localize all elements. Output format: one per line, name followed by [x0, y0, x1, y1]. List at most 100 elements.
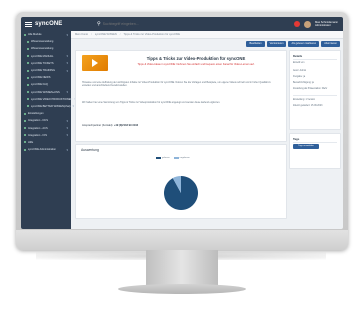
- chevron-down-icon: ▾: [66, 61, 68, 66]
- module-icon: [27, 55, 29, 58]
- breadcrumb-item[interactable]: Mein Konto: [75, 33, 88, 36]
- play-icon[interactable]: [92, 59, 98, 67]
- article-subtitle: Tipps & Video-Ideas in syncONE: Nehmen S…: [137, 63, 255, 66]
- module-icon: [24, 127, 26, 130]
- sidebar-item-label: syncONE FAQ: [31, 83, 48, 87]
- sidebar-item[interactable]: syncONE BETTER WISSEN(chat) ▾: [21, 103, 74, 110]
- sidebar-item[interactable]: Hilfe: [21, 139, 71, 146]
- module-icon: [24, 148, 26, 151]
- monitor-bezel: syncONE ⚲ Max Schmidemann Administrator …: [16, 12, 348, 250]
- module-icon: [24, 112, 26, 115]
- top-bar: syncONE ⚲ Max Schmidemann Administrator: [21, 17, 343, 31]
- module-icon: [27, 98, 29, 101]
- breadcrumb-separator: /: [91, 33, 92, 36]
- sidebar-item-label: Einstellungen: [28, 112, 44, 116]
- search-box[interactable]: ⚲: [97, 20, 187, 28]
- sidebar-item-label: syncONE VIDEO PRODUKTIONEN: [31, 97, 73, 101]
- article-paragraph: Hinweise und eine Auflistung der wichtig…: [82, 81, 271, 88]
- chevron-down-icon: ▾: [66, 126, 68, 131]
- search-icon[interactable]: ⚲: [97, 21, 101, 27]
- sidebar-item-label: Integration - DCS: [28, 119, 49, 123]
- menu-icon[interactable]: [25, 21, 32, 27]
- top-right: Max Schmidemann Administrator: [293, 20, 343, 28]
- version-button[interactable]: Versionieren: [266, 41, 287, 47]
- sidebar-item[interactable]: Alle Module ▾: [21, 31, 71, 38]
- breadcrumb: Mein Konto / syncONE WISSEN / Tipps & Tr…: [71, 31, 343, 39]
- details-panel: Details Erstellt von Autor: Admin Freiga…: [289, 50, 341, 130]
- details-row: Einstellung: 1 Version: [293, 99, 316, 101]
- sidebar-item[interactable]: syncONE Administration ▾: [21, 146, 71, 153]
- module-icon: [24, 141, 26, 144]
- breadcrumb-item[interactable]: syncONE WISSEN: [95, 33, 117, 36]
- sidebar-item-label: syncONE MANUAL: [31, 54, 54, 58]
- module-icon: [24, 134, 26, 137]
- contact-phone[interactable]: +49 (0)2133 99 3133: [114, 124, 138, 127]
- chart-card: Auswertung gelesen ungelesen: [75, 144, 287, 219]
- sidebar-item[interactable]: syncONE TICKETS ▾: [21, 60, 71, 67]
- brand: syncONE: [21, 21, 71, 27]
- sidebar-item-label: syncONE TRAINING: [31, 69, 56, 73]
- search-input[interactable]: [102, 22, 183, 26]
- sidebar-item-label: Hilfe: [28, 140, 34, 144]
- sidebar-item[interactable]: Einstellungen: [21, 110, 71, 117]
- sidebar-item[interactable]: syncONE TRAINING ▾: [21, 67, 71, 74]
- module-icon: [24, 33, 26, 36]
- sidebar-item[interactable]: syncONE WISSEN+KNS ▾: [21, 89, 71, 96]
- module-icon: [27, 76, 29, 79]
- chevron-down-icon: ▾: [72, 104, 75, 109]
- video-thumbnail[interactable]: [82, 55, 108, 71]
- subscribe-button[interactable]: Abonnieren: [321, 41, 340, 47]
- chevron-down-icon: ▾: [66, 118, 68, 123]
- chevron-down-icon: ▾: [66, 54, 68, 59]
- article-paragraph: Wir haben hier eine Sammlung von Tipps &…: [82, 101, 221, 104]
- select-tags-button[interactable]: Tags auswählen: [293, 144, 319, 149]
- monitor-stand: [146, 250, 218, 286]
- divider: [293, 142, 337, 143]
- edit-button[interactable]: Bearbeiten: [246, 41, 265, 47]
- breadcrumb-separator: /: [119, 33, 121, 36]
- monitor-base: [118, 284, 246, 294]
- sidebar-item-label: syncONE Administration: [28, 148, 56, 152]
- chevron-down-icon: ▾: [66, 147, 68, 152]
- sidebar-item-label: Alle Module: [28, 33, 42, 37]
- sidebar-item[interactable]: Integration - IOS ▾: [21, 132, 71, 139]
- sidebar-item[interactable]: Integration - ACS ▾: [21, 124, 71, 131]
- sidebar-item[interactable]: syncONE MANUAL ▾: [21, 53, 71, 60]
- sidebar-item[interactable]: Wissensverwaltung: [21, 38, 71, 45]
- chevron-down-icon: ▾: [66, 32, 68, 37]
- sidebar-item-label: syncONE BETTER WISSEN(chat): [31, 104, 71, 108]
- module-icon: [24, 119, 26, 122]
- chevron-down-icon: ▾: [66, 90, 68, 95]
- details-row: Zuletzt geändert: 15.06.2023: [293, 105, 323, 107]
- contact-line: Ansprechpartner (Kontakt): +49 (0)2133 9…: [82, 124, 139, 127]
- app-logo: syncONE: [35, 21, 63, 27]
- details-row: Autor: Admin: [293, 70, 307, 72]
- chevron-down-icon: ▾: [66, 133, 68, 138]
- avatar[interactable]: [303, 20, 311, 28]
- mark-read-button[interactable]: Als gelesen markieren: [288, 41, 320, 47]
- action-toolbar: Bearbeiten Versionieren Als gelesen mark…: [71, 41, 343, 49]
- divider: [293, 59, 337, 60]
- notification-icon[interactable]: [293, 21, 300, 27]
- article-title: Tipps & Tricks zur Video-Produktion für …: [146, 56, 246, 61]
- sidebar-item[interactable]: syncONE NEWS: [21, 74, 71, 81]
- sidebar: Alle Module ▾ Wissensverwaltung Wissensve…: [21, 31, 76, 229]
- sidebar-item-label: syncONE NEWS: [31, 76, 51, 80]
- sidebar-item[interactable]: Wissensverwaltung: [21, 45, 71, 52]
- module-icon: [27, 62, 29, 65]
- tags-panel: Tags Tags auswählen: [289, 133, 341, 169]
- sidebar-item-label: Wissensverwaltung: [31, 40, 54, 44]
- details-row: Freigabe: ja: [293, 76, 306, 78]
- sidebar-item-label: Wissensverwaltung: [31, 47, 54, 51]
- pie-chart: [164, 176, 198, 210]
- monitor-chin: [16, 230, 348, 250]
- user-role: Administrator: [314, 24, 331, 27]
- contact-label: Ansprechpartner (Kontakt): [82, 124, 113, 127]
- details-title: Details: [293, 54, 303, 58]
- sidebar-item[interactable]: syncONE VIDEO PRODUKTIONEN▾: [21, 96, 76, 103]
- user-info[interactable]: Max Schmidemann Administrator: [315, 21, 338, 27]
- sidebar-item[interactable]: Integration - DCS ▾: [21, 117, 71, 124]
- sidebar-item[interactable]: syncONE FAQ: [21, 81, 71, 88]
- breadcrumb-item: Tipps & Tricks zur Video-Produktion für …: [123, 33, 181, 36]
- module-icon: [27, 105, 29, 108]
